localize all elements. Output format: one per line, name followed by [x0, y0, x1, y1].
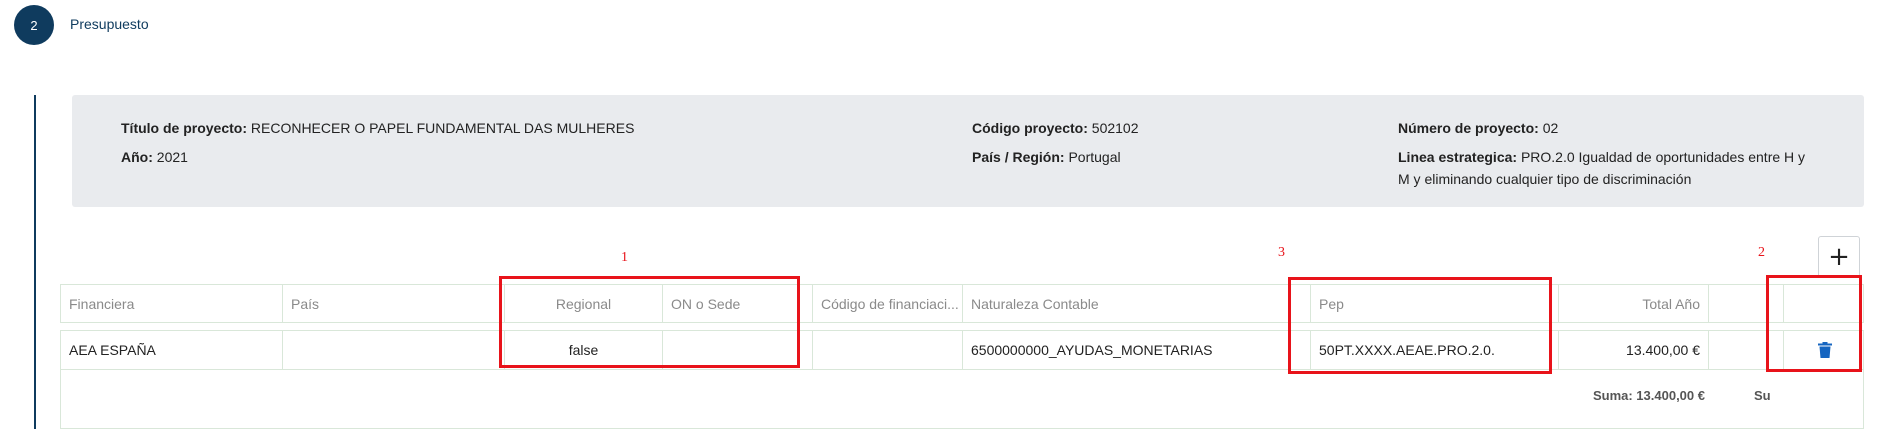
cell-total-anio[interactable]: 13.400,00 € — [1559, 331, 1709, 369]
sum-total-label: Suma: 13.400,00 € — [1592, 388, 1705, 403]
cell-pais[interactable] — [283, 331, 505, 369]
project-country-value: Portugal — [1068, 149, 1121, 165]
step-number-badge: 2 — [14, 5, 54, 45]
strategic-line-field: Linea estrategica: PRO.2.0 Igualdad de o… — [1398, 146, 1805, 190]
project-code-value: 502102 — [1091, 120, 1139, 136]
project-number-field: Número de proyecto: 02 — [1398, 117, 1558, 139]
project-code-label: Código proyecto: — [972, 120, 1088, 136]
annotation-number-1: 1 — [621, 250, 628, 265]
table-footer-row: Suma: 13.400,00 € Su — [60, 370, 1864, 429]
step-connector-line — [34, 95, 36, 429]
annotation-box-3 — [1288, 277, 1552, 374]
step-title: Presupuesto — [70, 16, 149, 32]
project-number-label: Número de proyecto: — [1398, 120, 1539, 136]
strategic-line-label: Linea estrategica: — [1398, 149, 1518, 165]
project-year-label: Año: — [121, 149, 153, 165]
annotation-number-3: 3 — [1278, 245, 1285, 260]
cell-naturaleza-contable[interactable]: 6500000000_AYUDAS_MONETARIAS — [963, 331, 1311, 369]
header-pais[interactable]: País — [283, 285, 505, 322]
project-year-field: Año: 2021 — [121, 146, 188, 168]
header-codigo-financiacion[interactable]: Código de financiaci... — [813, 285, 963, 322]
project-info-panel: Título de proyecto: RECONHECER O PAPEL F… — [72, 95, 1864, 207]
project-number-value: 02 — [1542, 120, 1559, 136]
add-row-button[interactable]: + — [1818, 236, 1860, 278]
table-header-row: Financiera País Regional ON o Sede Códig… — [60, 284, 1864, 323]
cell-financiera[interactable]: AEA ESPAÑA — [61, 331, 283, 369]
project-country-label: País / Región: — [972, 149, 1065, 165]
project-country-field: País / Región: Portugal — [972, 146, 1121, 168]
annotation-box-2 — [1766, 275, 1862, 372]
header-total-anio[interactable]: Total Año — [1559, 285, 1709, 322]
table-row[interactable]: AEA ESPAÑA false 6500000000_AYUDAS_MONET… — [60, 330, 1864, 370]
header-naturaleza-contable[interactable]: Naturaleza Contable — [963, 285, 1311, 322]
project-year-value: 2021 — [156, 149, 188, 165]
strategic-line-value-2: M y eliminando cualquier tipo de discrim… — [1398, 171, 1692, 187]
cell-codigo-financiacion[interactable] — [813, 331, 963, 369]
project-code-field: Código proyecto: 502102 — [972, 117, 1139, 139]
annotation-number-2: 2 — [1758, 245, 1765, 260]
annotation-box-1 — [499, 276, 800, 368]
sum-partial-label: Su — [1754, 388, 1771, 403]
project-title-label: Título de proyecto: — [121, 120, 247, 136]
project-title-field: Título de proyecto: RECONHECER O PAPEL F… — [121, 117, 634, 139]
project-title-value: RECONHECER O PAPEL FUNDAMENTAL DAS MULHE… — [250, 120, 635, 136]
header-financiera[interactable]: Financiera — [61, 285, 283, 322]
strategic-line-value-1: PRO.2.0 Igualdad de oportunidades entre … — [1520, 149, 1806, 165]
